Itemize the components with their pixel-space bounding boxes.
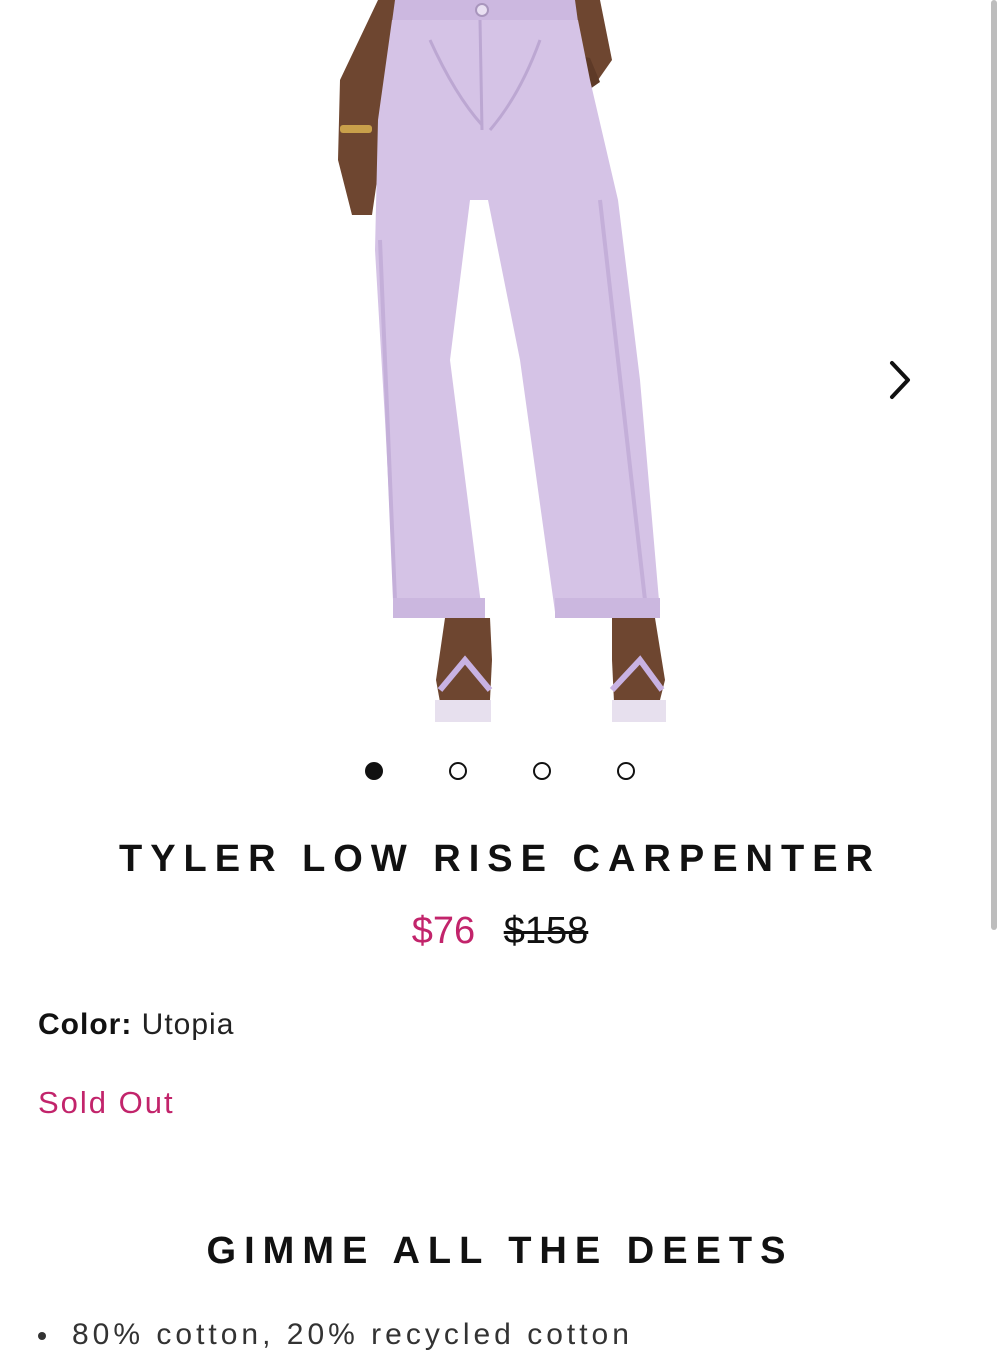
image-pager [0,762,1000,782]
scrollbar[interactable] [991,0,997,930]
original-price: $158 [503,910,589,952]
product-title: TYLER LOW RISE CARPENTER [118,838,882,880]
sale-price: $76 [411,910,476,952]
chevron-right-icon [890,361,910,399]
color-value: Utopia [141,1008,235,1041]
details-bullet: 80% cotton, 20% recycled cotton [38,1318,633,1352]
details-heading: GIMME ALL THE DEETS [206,1230,794,1272]
pager-dot-1[interactable] [365,762,383,780]
color-selector: Color: Utopia [38,1008,234,1042]
color-label: Color: [38,1008,133,1041]
pager-dot-4[interactable] [617,762,635,780]
next-image-button[interactable] [878,355,922,405]
product-image[interactable] [0,0,1000,730]
pager-dot-3[interactable] [533,762,551,780]
price-row: $76 $158 [0,910,1000,953]
pager-dot-2[interactable] [449,762,467,780]
product-photo [0,0,1000,730]
availability-status: Sold Out [38,1085,175,1120]
details-bullet-text: 80% cotton, 20% recycled cotton [72,1318,633,1351]
bullet-icon [38,1332,46,1341]
